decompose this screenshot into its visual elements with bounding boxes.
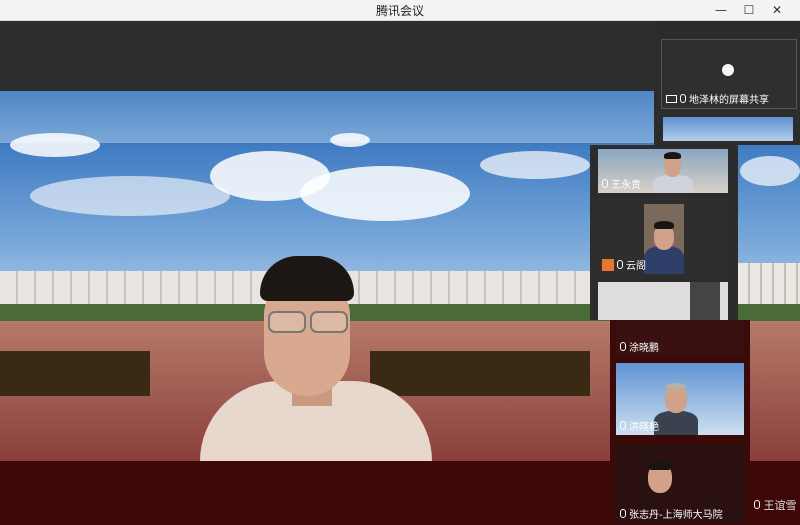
speaker-hair: [260, 256, 354, 301]
close-button[interactable]: ✕: [768, 1, 786, 19]
participant-label: 涂晓鹏: [620, 339, 659, 354]
participant-video: [653, 149, 693, 193]
mic-icon: [617, 260, 623, 269]
cloud: [480, 151, 590, 179]
window-title: 腾讯会议: [375, 4, 424, 18]
avatar-icon: [602, 258, 614, 271]
campus-buildings: [738, 263, 800, 309]
participant-tile[interactable]: [598, 282, 728, 320]
participant-label: 王永贵: [602, 176, 641, 191]
participant-video: [636, 455, 686, 505]
mic-icon: [754, 500, 760, 509]
lawn: [0, 351, 150, 396]
speaker-glasses: [268, 311, 348, 333]
participant-tile[interactable]: 洪晓艳: [616, 363, 744, 435]
participant-label: 云阁: [602, 257, 646, 272]
mic-icon: [620, 509, 626, 518]
mic-icon: [620, 421, 626, 430]
participant-video: [690, 282, 720, 320]
screen-share-label: 地泽林的屏幕共享: [666, 91, 769, 106]
shared-screen-preview: [663, 117, 793, 141]
participant-tile[interactable]: 张志丹-上海师大马院: [616, 445, 744, 523]
maximize-button[interactable]: ☐: [740, 1, 758, 19]
participant-label: 洪晓艳: [620, 418, 659, 433]
minimize-button[interactable]: —: [712, 1, 730, 19]
participant-label: 张志丹-上海师大马院: [620, 506, 723, 521]
title-bar: 腾讯会议 — ☐ ✕: [0, 0, 800, 21]
top-dark-band: [0, 21, 660, 91]
participant-tile[interactable]: 王永贵: [598, 149, 728, 193]
meeting-stage: 地泽林的屏幕共享 王永贵 云阁 涂晓鹏 洪晓艳 张志丹-上海师大马院 王谊雪: [0, 21, 800, 525]
participant-video: [644, 204, 684, 274]
screen-share-icon: [666, 94, 677, 103]
share-indicator-icon: [722, 64, 734, 76]
cloud: [30, 176, 230, 216]
cloud: [330, 133, 370, 147]
participant-video: [654, 377, 698, 435]
partial-participant-label: 王谊雪: [754, 497, 797, 513]
cloud: [300, 166, 470, 221]
cloud: [10, 133, 100, 157]
participant-tile[interactable]: 云阁: [598, 198, 728, 274]
screen-share-tile[interactable]: 地泽林的屏幕共享: [661, 39, 797, 109]
participant-tile[interactable]: 涂晓鹏: [616, 320, 744, 356]
mic-icon: [620, 342, 626, 351]
main-speaker-video: [200, 256, 432, 461]
mic-icon: [602, 179, 608, 188]
mic-icon: [680, 94, 686, 103]
cloud: [740, 156, 800, 186]
